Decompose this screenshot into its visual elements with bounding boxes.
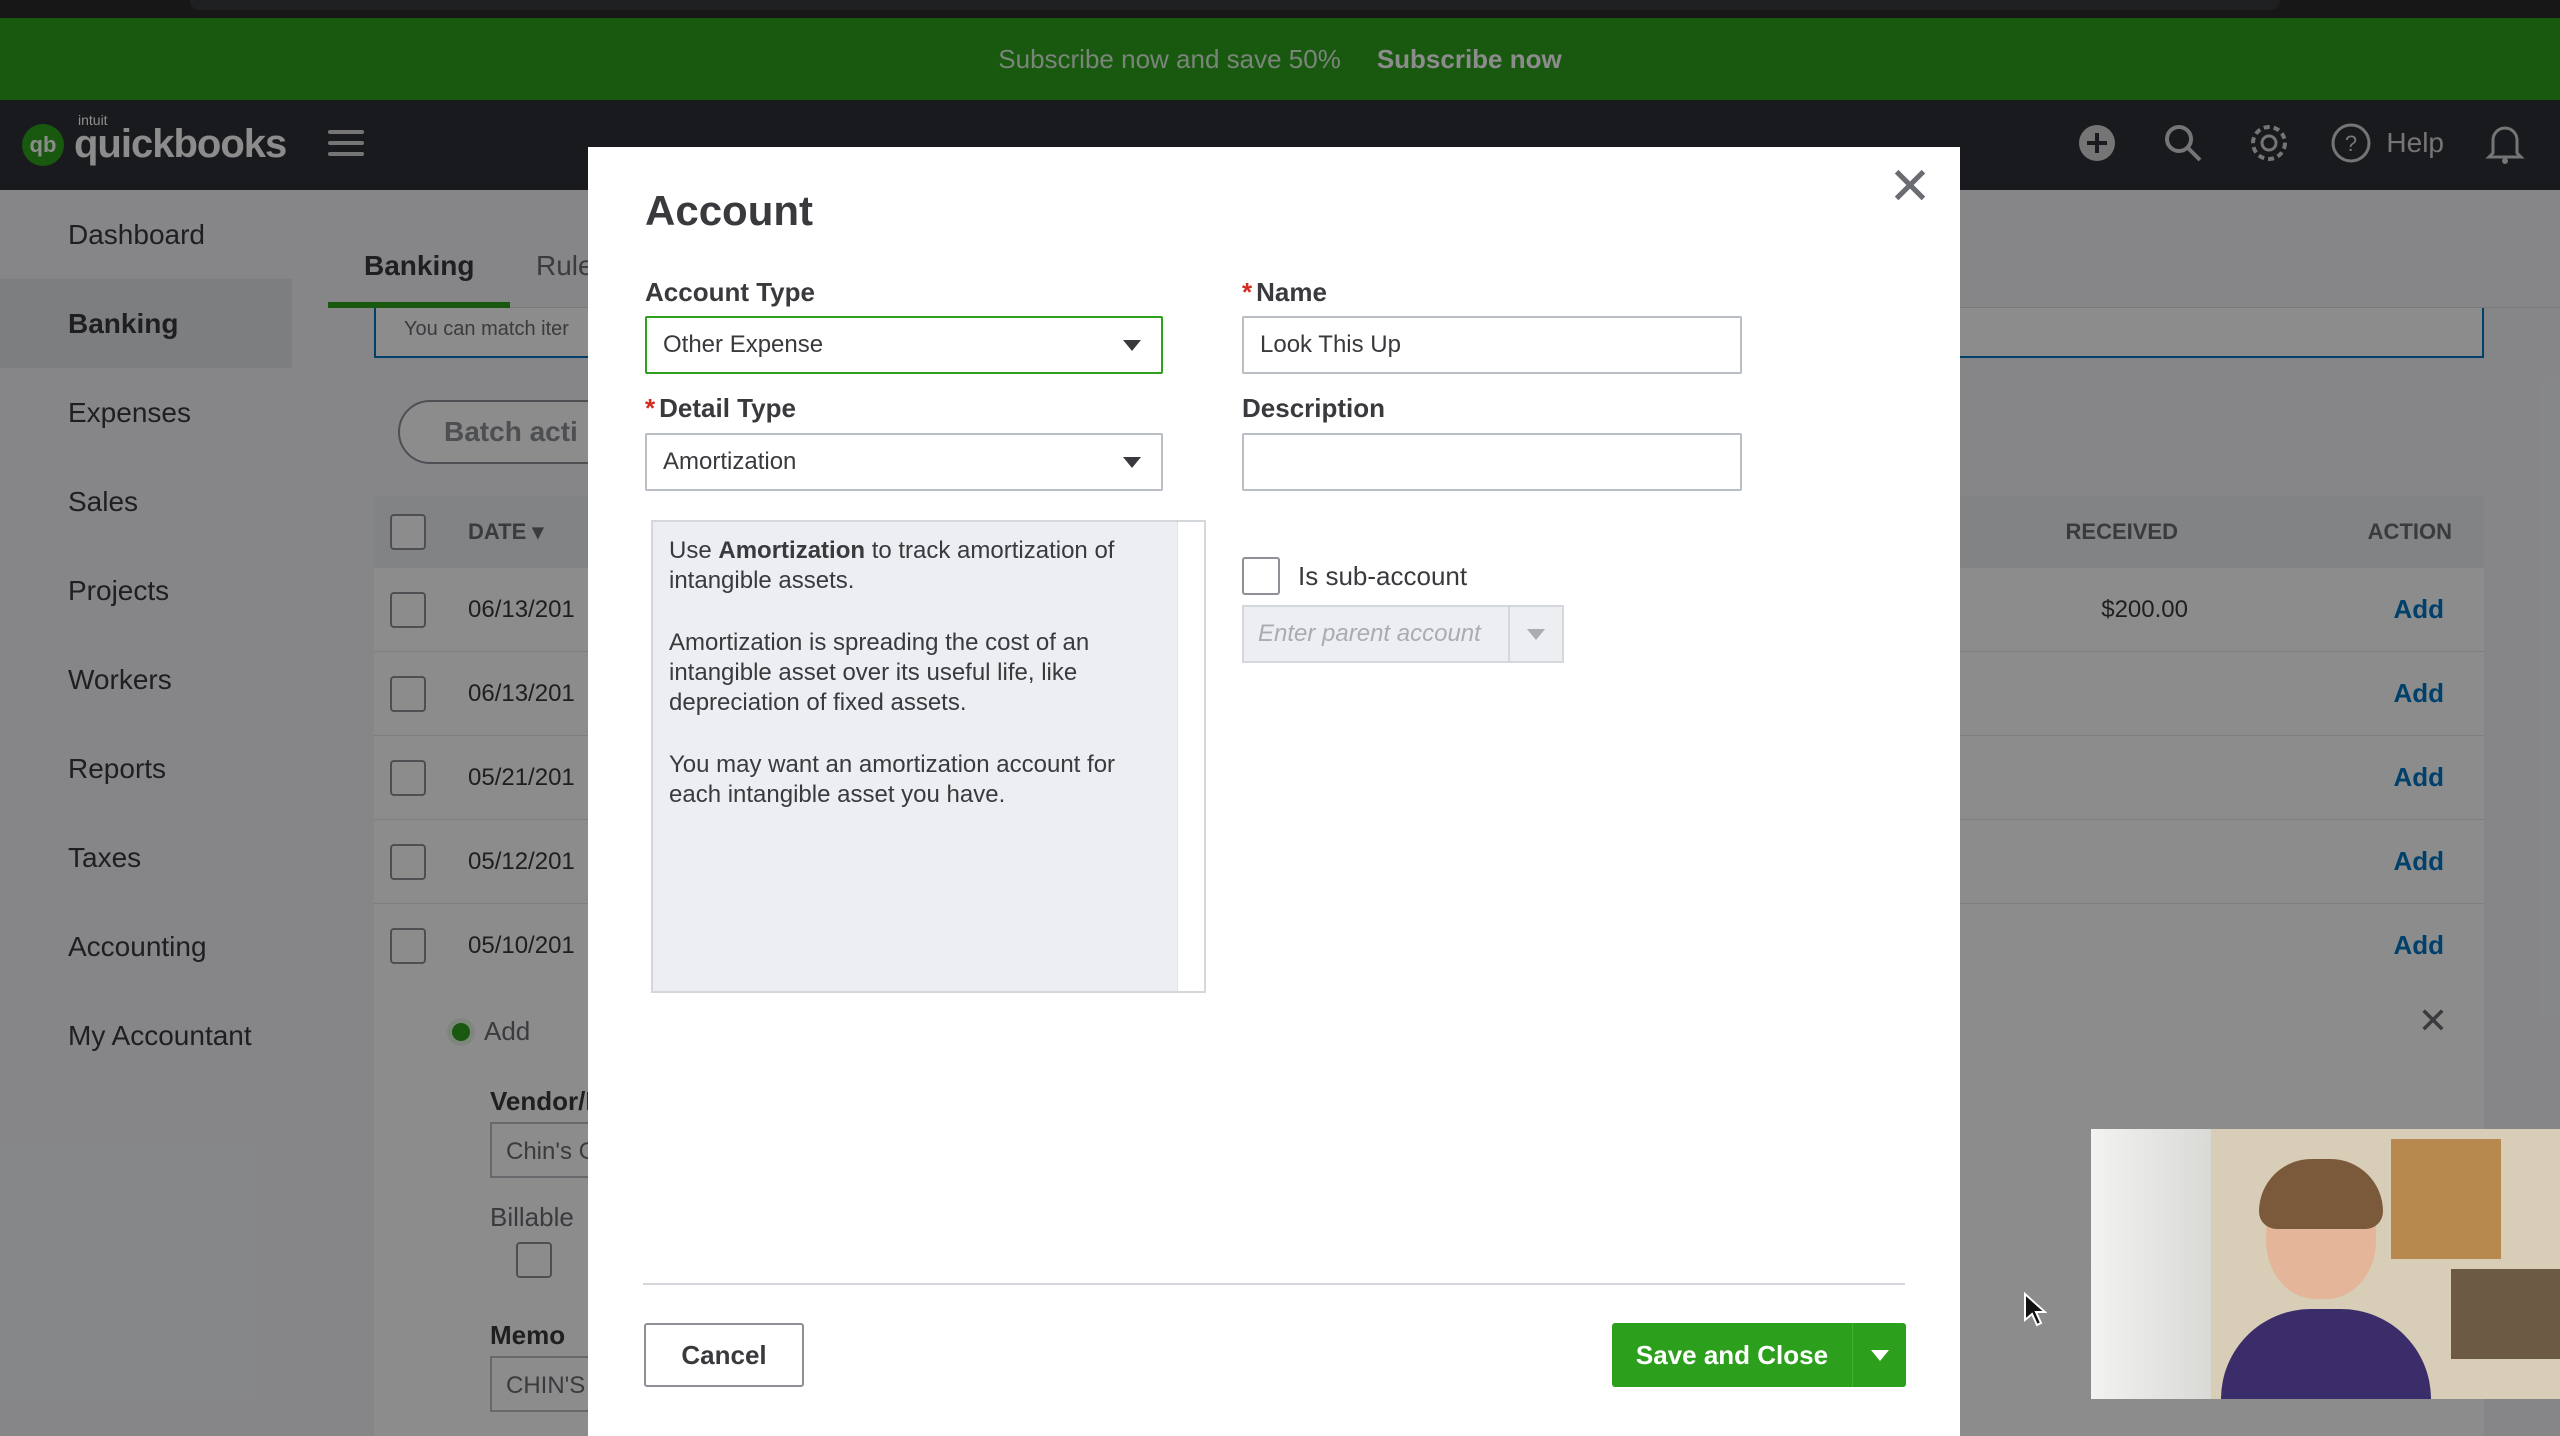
mouse-cursor-icon (2024, 1292, 2047, 1327)
save-and-close-button[interactable]: Save and Close (1612, 1323, 1906, 1387)
save-and-close-label: Save and Close (1635, 1339, 1829, 1370)
sub-account-checkbox[interactable] (1242, 557, 1280, 595)
detail-type-select[interactable]: Amortization (645, 433, 1163, 491)
chevron-down-icon (1870, 1349, 1889, 1361)
save-options-dropdown[interactable] (1852, 1323, 1906, 1387)
cancel-button[interactable]: Cancel (644, 1323, 804, 1387)
detail-type-value: Amortization (663, 448, 797, 475)
close-icon[interactable]: ✕ (1882, 159, 1938, 215)
parent-account-placeholder: Enter parent account (1258, 620, 1481, 647)
chevron-down-icon (1123, 340, 1141, 351)
account-type-value: Other Expense (663, 331, 824, 358)
description-input[interactable] (1242, 433, 1742, 491)
chevron-down-icon (1527, 629, 1545, 640)
description-label: Description (1242, 393, 1386, 423)
sub-account-label: Is sub-account (1298, 560, 1468, 591)
footer-divider (643, 1283, 1905, 1285)
account-dialog: Account ✕ Account Type Other Expense * De… (588, 147, 2047, 1436)
chevron-down-icon (1123, 457, 1141, 468)
account-type-label: Account Type (645, 277, 815, 307)
help-scrollbar[interactable] (1177, 522, 1204, 991)
webcam-video (2091, 1129, 2560, 1399)
account-type-select[interactable]: Other Expense (645, 316, 1163, 374)
help-text: Use Amortization to track amortization o… (669, 537, 1116, 808)
detail-type-help-box: Use Amortization to track amortization o… (651, 520, 1206, 993)
detail-type-label: * Detail Type (645, 393, 796, 423)
name-label: * Name (1242, 277, 1327, 307)
name-input[interactable]: Look This Up (1242, 316, 1742, 374)
dialog-title: Account (645, 187, 813, 234)
sub-account-option[interactable]: Is sub-account (1242, 557, 1467, 595)
parent-account-select: Enter parent account (1242, 605, 1564, 663)
